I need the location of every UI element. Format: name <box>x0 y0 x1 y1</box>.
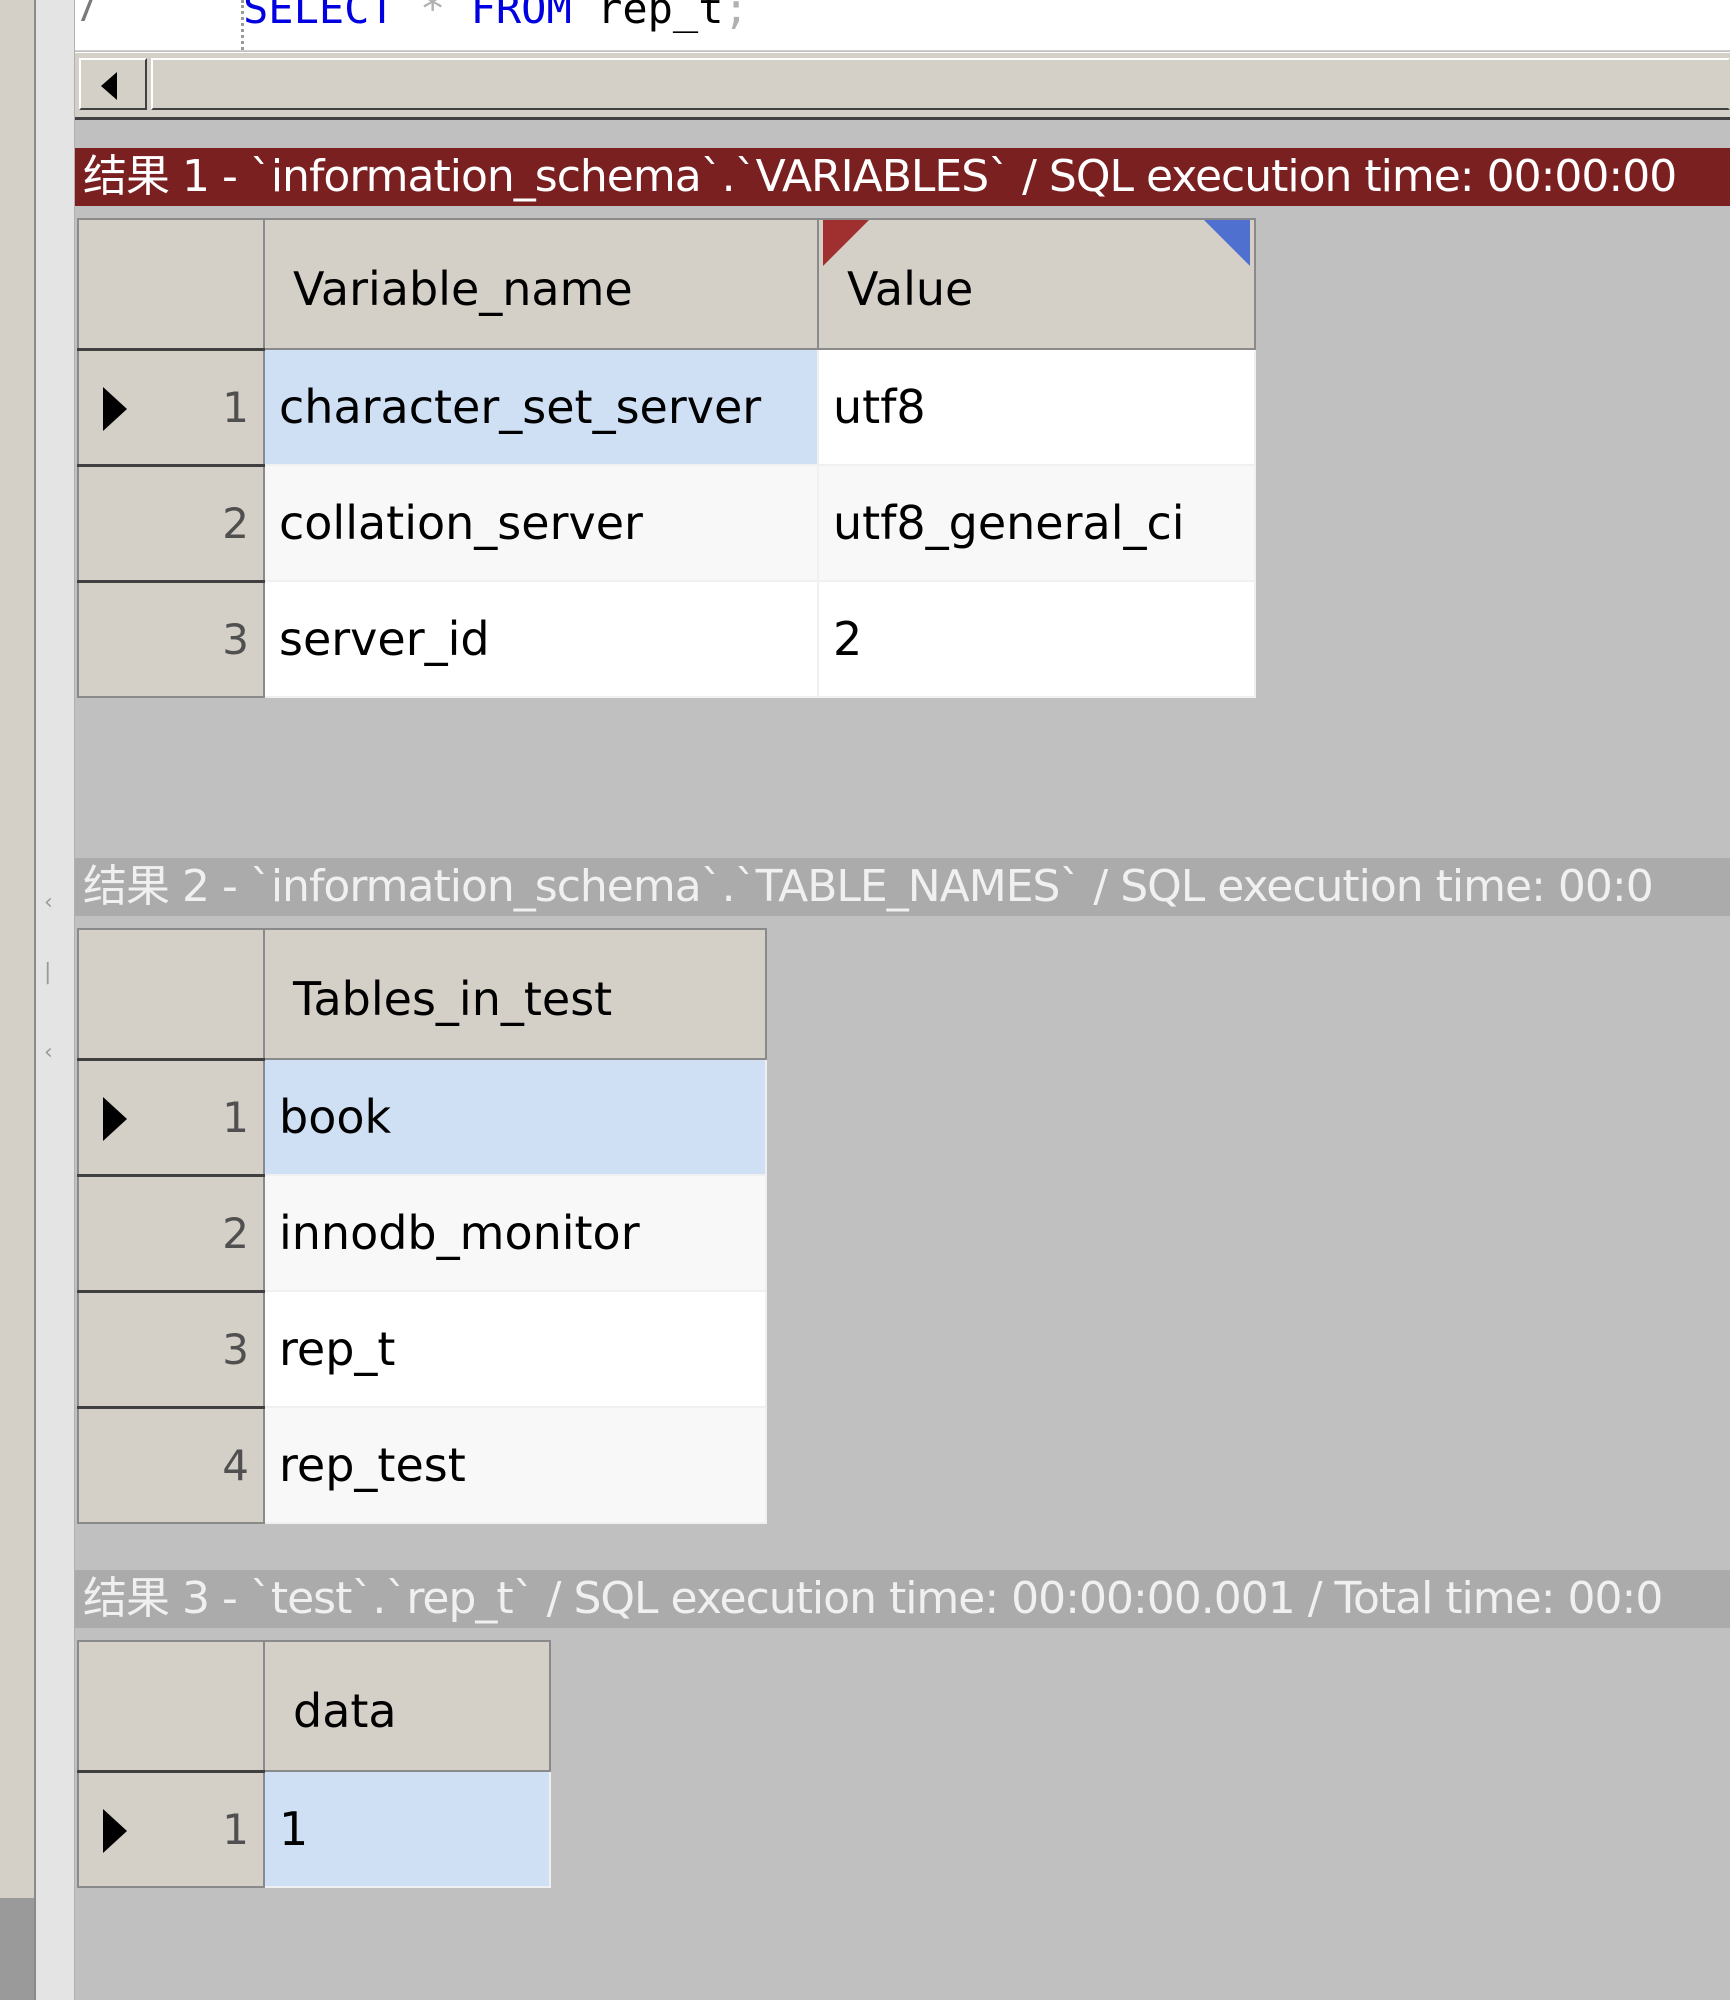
row-header[interactable]: 2 <box>77 1173 265 1292</box>
row-number: 3 <box>222 614 249 664</box>
table-row[interactable]: 3 rep_t <box>77 1289 767 1408</box>
table-row[interactable]: 2 innodb_monitor <box>77 1173 767 1292</box>
grid-corner[interactable] <box>77 1640 265 1772</box>
header-row: Variable_name Value <box>77 218 1256 350</box>
table-cell[interactable]: server_id <box>264 581 819 698</box>
result-tab-2[interactable]: 结果 2 - `information_schema`.`TABLE_NAMES… <box>75 858 1730 916</box>
current-row-icon <box>103 1096 127 1141</box>
scroll-thumb[interactable] <box>151 58 1730 110</box>
row-header[interactable]: 2 <box>77 463 265 582</box>
splitter-grip-icon[interactable]: | <box>44 960 51 985</box>
current-row-icon <box>103 1808 127 1853</box>
table-row[interactable]: 1 book <box>77 1057 767 1176</box>
table-cell[interactable]: collation_server <box>264 465 819 582</box>
table-cell[interactable]: innodb_monitor <box>264 1175 767 1292</box>
table-cell[interactable]: rep_test <box>264 1407 767 1524</box>
row-number: 3 <box>222 1324 249 1374</box>
table-cell[interactable]: rep_t <box>264 1291 767 1408</box>
horizontal-scrollbar[interactable] <box>75 52 1730 120</box>
row-header[interactable]: 3 <box>77 1289 265 1408</box>
table-cell[interactable]: utf8_general_ci <box>818 465 1256 582</box>
table-cell[interactable]: character_set_server <box>264 349 819 466</box>
table-cell[interactable]: 1 <box>264 1771 551 1888</box>
current-row-icon <box>103 386 127 431</box>
splitter-expand-icon[interactable]: ‹ <box>44 1040 53 1065</box>
table-cell[interactable]: 2 <box>818 581 1256 698</box>
arrow-left-icon <box>101 72 117 100</box>
result-grid-2: Tables_in_test 1 book 2 innodb_monitor 3… <box>77 928 767 1524</box>
sql-editor[interactable]: 7 SELECT * FROM rep_t; <box>75 0 1730 51</box>
result-grid-3: data 1 1 <box>77 1640 551 1888</box>
sql-code-line[interactable]: SELECT * FROM rep_t; <box>243 0 749 44</box>
row-header[interactable]: 3 <box>77 579 265 698</box>
table-row[interactable]: 2 collation_server utf8_general_ci <box>77 463 1256 582</box>
filter-marker-icon <box>1204 221 1250 266</box>
line-number: 7 <box>75 0 165 50</box>
splitter-strip[interactable] <box>36 0 75 2000</box>
row-header[interactable]: 1 <box>77 347 265 466</box>
left-window-frame <box>0 0 36 2000</box>
row-header[interactable]: 1 <box>77 1057 265 1176</box>
row-number: 2 <box>222 498 249 548</box>
column-header[interactable]: Variable_name <box>263 218 819 350</box>
column-header[interactable]: Tables_in_test <box>263 928 767 1060</box>
left-frame-bottom <box>0 1898 34 2000</box>
result-grid-1: Variable_name Value 1 character_set_serv… <box>77 218 1256 698</box>
sql-semicolon: ; <box>723 0 749 33</box>
table-row[interactable]: 3 server_id 2 <box>77 579 1256 698</box>
row-number: 4 <box>222 1440 249 1490</box>
sql-keyword: SELECT <box>243 0 395 33</box>
result-tab-1[interactable]: 结果 1 - `information_schema`.`VARIABLES` … <box>75 148 1730 206</box>
result-tab-3[interactable]: 结果 3 - `test`.`rep_t` / SQL execution ti… <box>75 1570 1730 1628</box>
row-number: 1 <box>222 1804 249 1854</box>
column-header[interactable]: data <box>263 1640 551 1772</box>
grid-corner[interactable] <box>77 218 265 350</box>
row-header[interactable]: 1 <box>77 1769 265 1888</box>
table-row[interactable]: 1 1 <box>77 1769 551 1888</box>
column-header[interactable]: Value <box>817 218 1256 350</box>
table-row[interactable]: 1 character_set_server utf8 <box>77 347 1256 466</box>
table-row[interactable]: 4 rep_test <box>77 1405 767 1524</box>
table-cell[interactable]: book <box>264 1059 767 1176</box>
grid-corner[interactable] <box>77 928 265 1060</box>
sort-marker-icon <box>823 221 869 266</box>
header-row: Tables_in_test <box>77 928 767 1060</box>
sql-star: * <box>420 0 446 33</box>
table-cell[interactable]: utf8 <box>818 349 1256 466</box>
sql-table-name: rep_t <box>597 0 724 33</box>
header-row: data <box>77 1640 551 1772</box>
sql-keyword: FROM <box>470 0 572 33</box>
row-number: 2 <box>222 1208 249 1258</box>
row-number: 1 <box>222 382 249 432</box>
row-header[interactable]: 4 <box>77 1405 265 1524</box>
column-header-label: Value <box>847 262 974 316</box>
scroll-left-button[interactable] <box>79 58 147 110</box>
splitter-collapse-icon[interactable]: ‹ <box>44 890 53 915</box>
row-number: 1 <box>222 1092 249 1142</box>
